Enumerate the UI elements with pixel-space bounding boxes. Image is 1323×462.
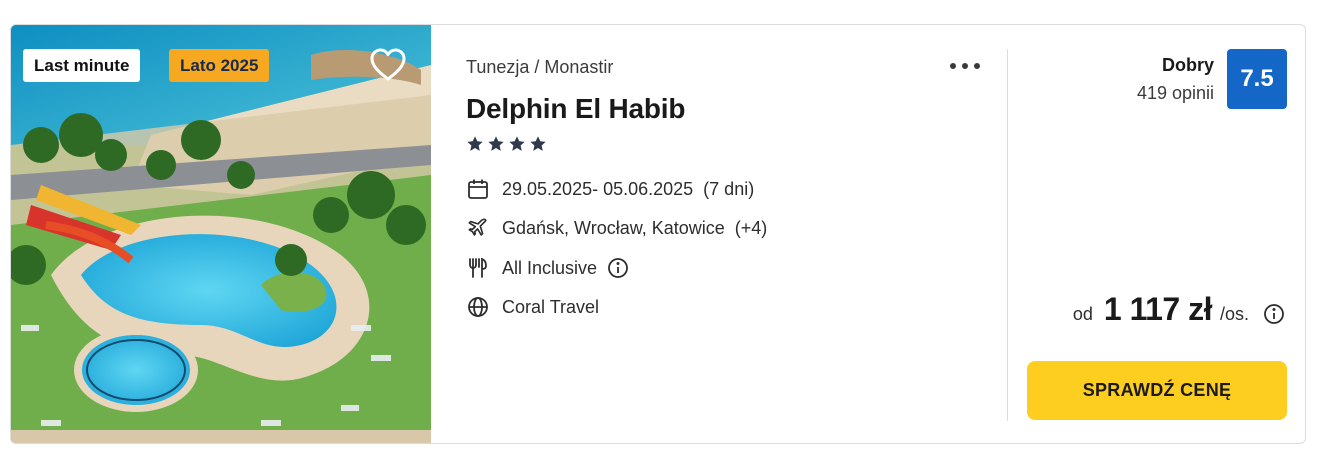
plane-icon	[466, 216, 490, 240]
star-icon	[467, 136, 483, 151]
star-icon	[509, 136, 525, 151]
price-value: 1 117 zł	[1103, 291, 1213, 327]
calendar-icon	[466, 177, 490, 201]
column-divider	[1007, 49, 1008, 421]
star-icon	[530, 136, 546, 151]
departure-more[interactable]: (+4)	[735, 218, 768, 239]
board-info-icon[interactable]	[607, 257, 629, 279]
price-row: od 1 117 zł /os.	[1073, 291, 1285, 328]
heart-icon	[370, 48, 406, 81]
departure-airports: Gdańsk, Wrocław, Katowice	[502, 217, 725, 238]
star-icon	[488, 136, 504, 151]
price-info-icon[interactable]	[1263, 303, 1285, 325]
rating-label: Dobry	[1161, 55, 1214, 75]
more-options-button[interactable]	[948, 55, 982, 77]
globe-icon	[466, 295, 490, 319]
hotel-stars	[466, 135, 547, 153]
hotel-name[interactable]: Delphin El Habib	[466, 93, 685, 125]
favorite-button[interactable]	[369, 47, 407, 83]
price-unit: /os.	[1219, 304, 1249, 324]
hotel-photo-image	[11, 25, 431, 443]
destination-breadcrumb[interactable]: Tunezja / Monastir	[466, 57, 613, 78]
more-icon	[962, 63, 968, 69]
price-from-label: od	[1072, 304, 1093, 324]
operator-row: Coral Travel	[466, 295, 599, 319]
check-price-button[interactable]: SPRAWDŹ CENĘ	[1027, 361, 1287, 420]
rating-score-badge: 7.5	[1227, 49, 1287, 109]
travel-duration: (7 dni)	[703, 178, 755, 199]
departure-row: Gdańsk, Wrocław, Katowice (+4)	[466, 216, 767, 240]
last-minute-badge: Last minute	[23, 49, 141, 82]
more-icon	[950, 63, 956, 69]
board-type: All Inclusive	[502, 257, 598, 278]
more-icon	[974, 63, 980, 69]
cutlery-icon	[466, 256, 490, 280]
dates-row: 29.05.2025- 05.06.2025 (7 dni)	[466, 177, 754, 201]
review-count[interactable]: 419 opinii	[1137, 83, 1214, 104]
travel-dates: 29.05.2025- 05.06.2025	[502, 178, 694, 199]
season-badge: Lato 2025	[169, 49, 270, 82]
offer-card: Last minute Lato 2025 Tunezja / Monastir…	[10, 24, 1306, 444]
board-row: All Inclusive	[466, 256, 629, 280]
hotel-photo[interactable]: Last minute Lato 2025	[11, 25, 431, 443]
tour-operator: Coral Travel	[502, 296, 600, 317]
offer-details: Tunezja / Monastir Delphin El Habib 29.0…	[466, 25, 1006, 443]
